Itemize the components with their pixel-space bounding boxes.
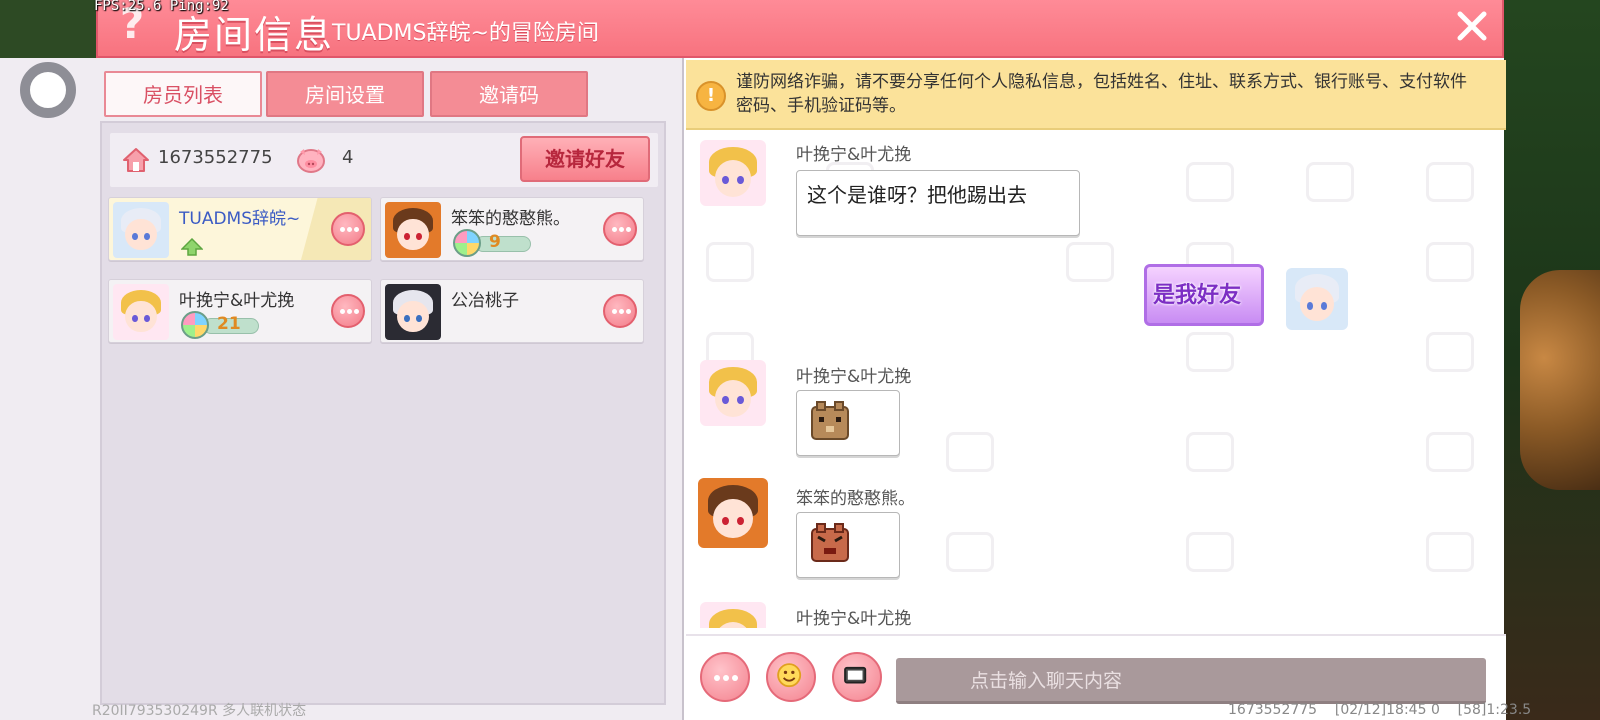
level-gem-icon (453, 229, 481, 257)
warning-text: 谨防网络诈骗，请不要分享任何个人隐私信息，包括姓名、住址、联系方式、银行账号、支… (736, 72, 1467, 116)
avatar (385, 284, 441, 340)
avatar (113, 202, 169, 258)
member-name: 公冶桃子 (451, 291, 519, 311)
block-face-angry-emote-icon (811, 523, 849, 562)
house-icon (123, 148, 149, 172)
member-name: 笨笨的憨憨熊。 (451, 209, 570, 229)
game-background-right (1504, 0, 1600, 720)
keyboard-toggle-button[interactable] (832, 652, 882, 702)
emote-bubble[interactable] (796, 512, 900, 578)
level-gem-icon (181, 311, 209, 339)
chat-message-list[interactable]: 叶挽宁&叶尤挽 这个是谁呀？把他踢出去 是我好友 叶挽宁&叶尤挽 笨笨的憨憨熊。… (686, 132, 1490, 628)
host-arrow-icon (181, 238, 203, 256)
room-name: TUADMS辞皖~的冒险房间 (332, 21, 599, 46)
members-content: 房员列表 房间设置 邀请码 1673552775 4 邀请好友 TUADMS辞皖… (100, 63, 668, 707)
chat-bubble[interactable]: 这个是谁呀？把他踢出去 (796, 170, 1080, 236)
chat-input-field[interactable]: 点击输入聊天内容 (896, 658, 1486, 704)
more-options-button[interactable] (700, 652, 750, 702)
status-footer-text: 1673552775 [02/12]18:45 0 [58]1:23.5 (1228, 702, 1532, 718)
block-face-emote-icon (811, 401, 849, 440)
tab-member-list[interactable]: 房员列表 (104, 71, 262, 117)
close-icon[interactable] (1454, 8, 1490, 44)
message-sender: 笨笨的憨憨熊。 (796, 489, 915, 509)
member-more-button[interactable] (603, 212, 637, 246)
player-count-icon (297, 149, 325, 173)
member-list-area: 1673552775 4 邀请好友 TUADMS辞皖~ 笨笨的憨憨熊。 9 叶挽… (100, 121, 666, 705)
member-card[interactable]: TUADMS辞皖~ (108, 197, 372, 261)
sticker-message[interactable]: 是我好友 (1144, 264, 1264, 326)
avatar[interactable] (1286, 268, 1348, 330)
avatar[interactable] (700, 602, 766, 628)
game-background-left (0, 0, 96, 60)
avatar (385, 202, 441, 258)
keyboard-icon (844, 666, 867, 684)
message-sender: 叶挽宁&叶尤挽 (796, 609, 912, 628)
member-more-button[interactable] (331, 294, 365, 328)
smile-icon (777, 663, 802, 688)
emoji-button[interactable] (766, 652, 816, 702)
member-card[interactable]: 公冶桃子 (380, 279, 644, 343)
avatar[interactable] (698, 478, 768, 548)
member-name: TUADMS辞皖~ (179, 209, 301, 229)
member-card[interactable]: 笨笨的憨憨熊。 9 (380, 197, 644, 261)
member-name: 叶挽宁&叶尤挽 (179, 291, 295, 311)
member-more-button[interactable] (603, 294, 637, 328)
level-badge: 9 (453, 229, 533, 257)
warning-icon: ! (696, 81, 726, 111)
avatar[interactable] (700, 140, 766, 206)
status-ring-icon[interactable] (20, 62, 76, 118)
fps-ping-overlay: FPS:25.6 Ping:92 (94, 0, 229, 14)
emote-bubble[interactable] (796, 390, 900, 456)
avatar[interactable] (700, 360, 766, 426)
room-info-bar: 1673552775 4 邀请好友 (110, 133, 658, 187)
level-badge: 21 (181, 311, 261, 339)
dialog-header: ? 房间信息 TUADMS辞皖~的冒险房间 (96, 0, 1504, 58)
build-version-text: R20II793530249R 多人联机状态 (92, 703, 307, 719)
member-card[interactable]: 叶挽宁&叶尤挽 21 (108, 279, 372, 343)
invite-friends-button[interactable]: 邀请好友 (520, 136, 650, 182)
tab-invite-code[interactable]: 邀请码 (430, 71, 588, 117)
tab-room-settings[interactable]: 房间设置 (266, 71, 424, 117)
chat-panel: ! 谨防网络诈骗，请不要分享任何个人隐私信息，包括姓名、住址、联系方式、银行账号… (682, 58, 1506, 720)
message-sender: 叶挽宁&叶尤挽 (796, 145, 912, 165)
fraud-warning-notice: ! 谨防网络诈骗，请不要分享任何个人隐私信息，包括姓名、住址、联系方式、银行账号… (686, 60, 1506, 130)
message-sender: 叶挽宁&叶尤挽 (796, 367, 912, 387)
avatar (113, 284, 169, 340)
room-id: 1673552775 (158, 147, 273, 168)
member-more-button[interactable] (331, 212, 365, 246)
player-count: 4 (342, 147, 354, 168)
